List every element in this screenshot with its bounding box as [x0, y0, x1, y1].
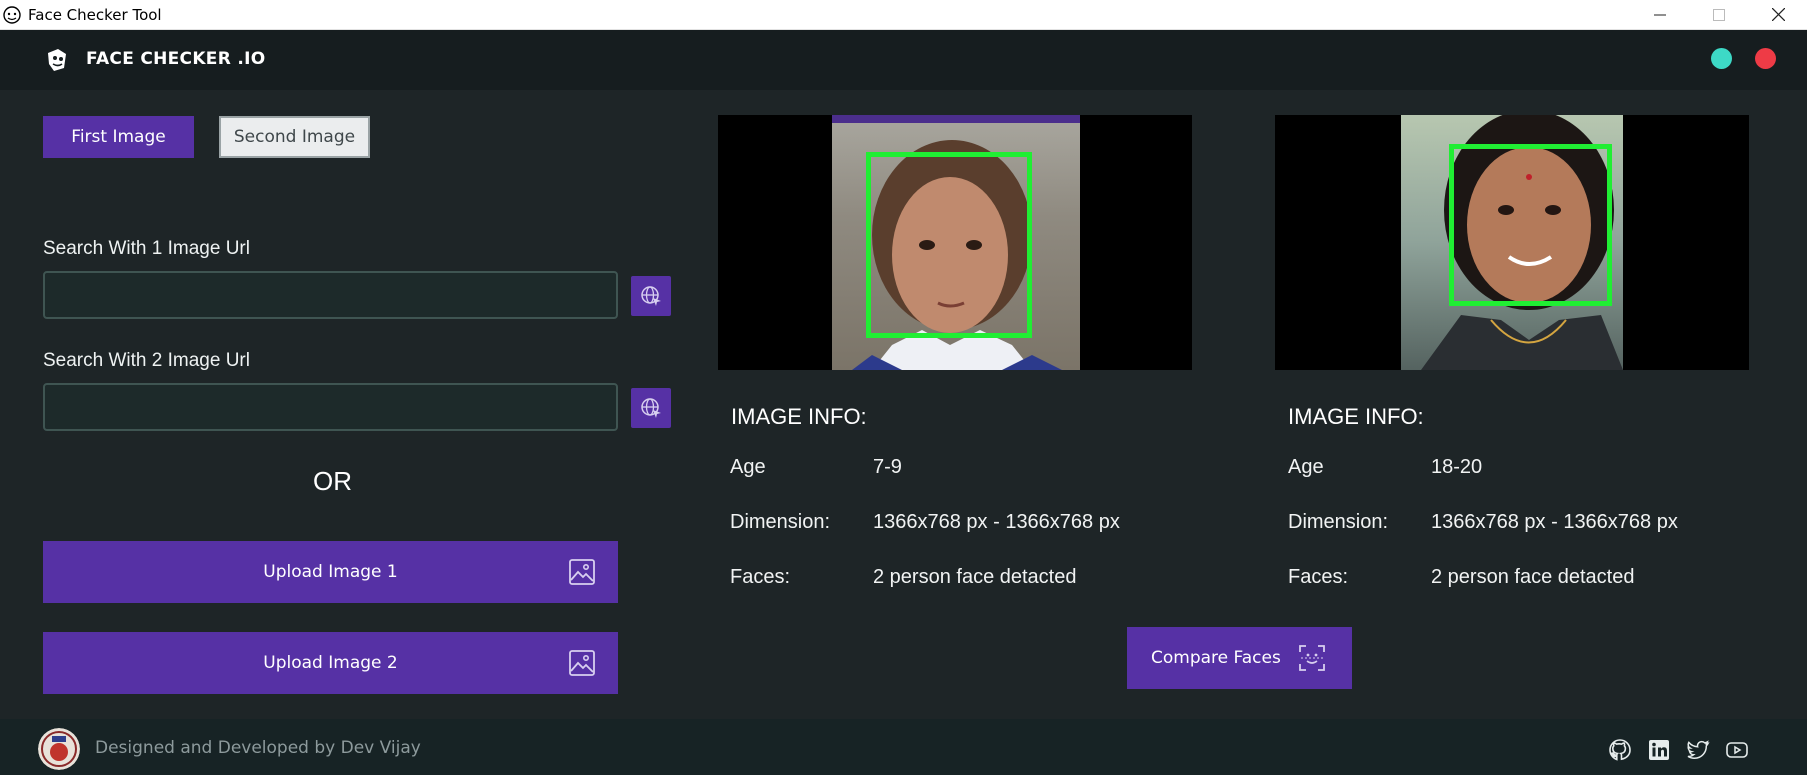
twitter-icon[interactable]: [1686, 738, 1710, 762]
globe-search-icon: [641, 286, 661, 306]
window-titlebar: Face Checker Tool: [0, 0, 1807, 30]
app-header: FACE CHECKER .IO: [0, 30, 1807, 90]
image-2-faces-label: Faces:: [1288, 566, 1349, 588]
image-1-preview: [718, 115, 1192, 370]
woman-photo: [1401, 115, 1623, 370]
youtube-icon[interactable]: [1725, 738, 1749, 762]
image-url-1-input[interactable]: [43, 271, 618, 319]
footer: Designed and Developed by Dev Vijay: [0, 719, 1807, 775]
face-detection-box: [1449, 144, 1612, 306]
search-url-1-label: Search With 1 Image Url: [43, 238, 250, 259]
upload-image-1-label: Upload Image 1: [263, 562, 398, 582]
search-url-2-label: Search With 2 Image Url: [43, 350, 250, 371]
status-dot-red[interactable]: [1755, 48, 1776, 69]
tab-first-image[interactable]: First Image: [43, 116, 194, 158]
image-1-faces-value: 2 person face detacted: [873, 566, 1077, 588]
image-1-age-label: Age: [730, 456, 766, 478]
face-detection-box: [866, 152, 1032, 338]
developer-seal-logo: [38, 728, 80, 770]
image-2-info-title: IMAGE INFO:: [1288, 404, 1424, 429]
search-url-1-button[interactable]: [631, 276, 671, 316]
image-1-dimension-label: Dimension:: [730, 511, 831, 533]
close-button[interactable]: [1749, 0, 1807, 29]
brand-title: FACE CHECKER .IO: [86, 49, 266, 69]
footer-credit: Designed and Developed by Dev Vijay: [95, 738, 421, 758]
tab-second-image[interactable]: Second Image: [219, 116, 370, 158]
upload-image-2-label: Upload Image 2: [263, 653, 398, 673]
globe-search-icon: [641, 398, 661, 418]
face-scan-icon: [1299, 645, 1325, 671]
image-2-preview: [1275, 115, 1749, 370]
maximize-icon: [1713, 8, 1725, 21]
image-2-faces-value: 2 person face detacted: [1431, 566, 1635, 588]
search-url-2-button[interactable]: [631, 388, 671, 428]
linkedin-icon[interactable]: [1647, 738, 1671, 762]
compare-faces-label: Compare Faces: [1151, 648, 1281, 668]
github-icon[interactable]: [1608, 738, 1632, 762]
maximize-button[interactable]: [1690, 0, 1748, 29]
image-2-dimension-label: Dimension:: [1288, 511, 1389, 533]
image-icon: [569, 559, 595, 585]
image-1-age-value: 7-9: [873, 456, 902, 478]
app-icon: [3, 5, 21, 24]
window-title: Face Checker Tool: [28, 5, 162, 24]
child-photo: [832, 115, 1080, 370]
minimize-icon: [1654, 14, 1666, 15]
image-1-faces-label: Faces:: [730, 566, 791, 588]
image-icon: [569, 650, 595, 676]
image-2-dimension-value: 1366x768 px - 1366x768 px: [1431, 511, 1678, 533]
image-1-dimension-value: 1366x768 px - 1366x768 px: [873, 511, 1120, 533]
minimize-button[interactable]: [1631, 0, 1689, 29]
image-2-age-value: 18-20: [1431, 456, 1483, 478]
upload-image-1-button[interactable]: Upload Image 1: [43, 541, 618, 603]
image-1-info-title: IMAGE INFO:: [731, 404, 867, 429]
status-dot-teal[interactable]: [1711, 48, 1732, 69]
close-icon: [1771, 8, 1785, 21]
compare-faces-button[interactable]: Compare Faces: [1127, 627, 1352, 689]
image-2-age-label: Age: [1288, 456, 1324, 478]
or-separator: OR: [313, 466, 352, 496]
upload-image-2-button[interactable]: Upload Image 2: [43, 632, 618, 694]
logo-icon: [48, 49, 66, 71]
image-url-2-input[interactable]: [43, 383, 618, 431]
